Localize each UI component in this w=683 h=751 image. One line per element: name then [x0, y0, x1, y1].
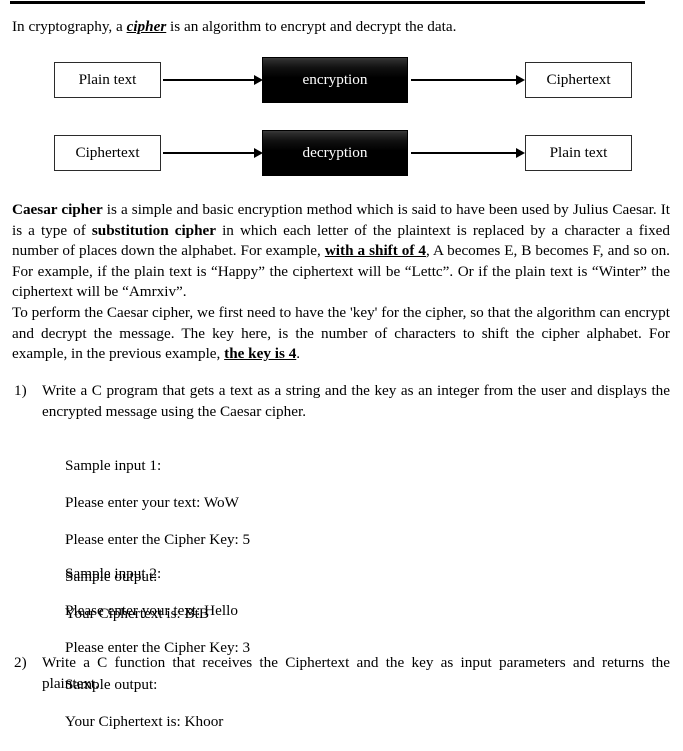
caesar-cipher-term: Caesar cipher [12, 201, 103, 218]
cipher-key-paragraph: To perform the Caesar cipher, we first n… [12, 303, 670, 365]
arrow-shaft [411, 79, 517, 81]
task-item-1: 1) Write a C program that gets a text as… [14, 381, 670, 422]
diagram-box-label: Plain text [78, 71, 137, 88]
substitution-cipher-term: substitution cipher [91, 221, 217, 239]
diagram-box-label: Ciphertext [75, 144, 140, 161]
task-1-marker: 1) [14, 382, 27, 399]
diagram-box-label: encryption [302, 71, 368, 88]
arrow-plain-to-encryption [163, 74, 263, 86]
key-text-1: To perform the Caesar cipher, we first n… [12, 304, 670, 362]
diagram-box-plain-text-output: Plain text [525, 135, 632, 171]
key-is-4-emphasis: the key is 4 [224, 345, 297, 362]
sample-1-heading: Sample input 1: [65, 456, 162, 474]
task-item-2: 2) Write a C function that receives the … [14, 653, 670, 694]
arrow-shaft [163, 79, 255, 81]
arrow-shaft [163, 152, 255, 154]
arrow-head-icon [516, 148, 525, 158]
sample-2-heading: Sample input 2: [65, 564, 162, 582]
arrow-head-icon [516, 75, 525, 85]
arrow-shaft [411, 152, 517, 154]
diagram-box-label: decryption [302, 144, 368, 161]
diagram-box-plain-text-input: Plain text [54, 62, 161, 98]
diagram-box-decryption-process: decryption [262, 130, 408, 176]
diagram-box-ciphertext-input: Ciphertext [54, 135, 161, 171]
arrow-encryption-to-ciphertext [411, 74, 525, 86]
caesar-cipher-paragraph: Caesar cipher is a simple and basic encr… [12, 200, 670, 303]
key-text-2: . [296, 345, 301, 362]
diagram-box-encryption-process: encryption [262, 57, 408, 103]
sample-1-prompt-text: Please enter your text: WoW [65, 493, 239, 511]
sample-block-2: Sample input 2: Please enter your text: … [65, 546, 250, 751]
diagram-box-label: Plain text [549, 144, 608, 161]
task-2-marker: 2) [14, 654, 27, 671]
sample-2-prompt-text: Please enter your text: Hello [65, 601, 238, 619]
task-2-text: Write a C function that receives the Cip… [42, 654, 670, 692]
sample-2-output-value: Your Ciphertext is: Khoor [65, 713, 224, 731]
diagram-box-ciphertext-output: Ciphertext [525, 62, 632, 98]
diagram-box-label: Ciphertext [546, 71, 611, 88]
task-1-text: Write a C program that gets a text as a … [42, 382, 670, 420]
cipher-flow-diagram: Plain text encryption Ciphertext Ciphert… [0, 0, 683, 195]
arrow-decryption-to-plain-text [411, 147, 525, 159]
arrow-ciphertext-to-decryption [163, 147, 263, 159]
shift-of-4-emphasis: with a shift of 4 [324, 242, 427, 259]
